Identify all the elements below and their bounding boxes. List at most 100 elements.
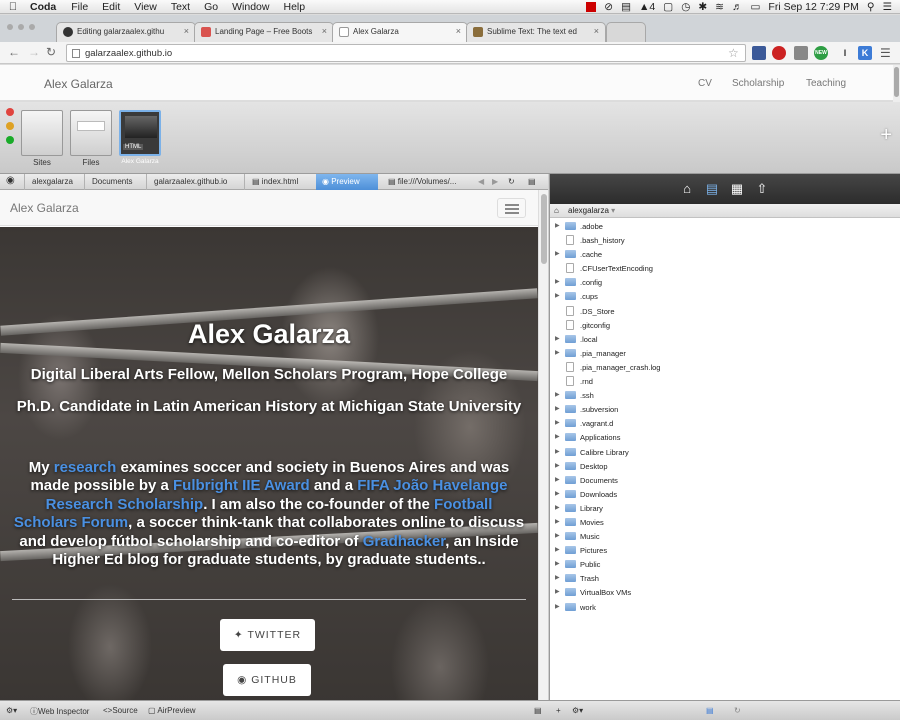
disclosure-triangle-icon[interactable]: ▶ bbox=[555, 603, 560, 610]
file-row[interactable]: ▶ Applications bbox=[550, 431, 900, 445]
zoom-icon[interactable] bbox=[6, 136, 14, 144]
minimize-icon[interactable] bbox=[6, 122, 14, 130]
disclosure-triangle-icon[interactable]: ▶ bbox=[555, 588, 560, 595]
disclosure-triangle-icon[interactable]: ▶ bbox=[555, 560, 560, 567]
disclosure-triangle-icon[interactable]: ▶ bbox=[555, 433, 560, 440]
crumb-index-html[interactable]: ▤ index.html bbox=[252, 177, 298, 186]
menu-go[interactable]: Go bbox=[197, 1, 225, 13]
forward-icon[interactable]: → bbox=[28, 45, 40, 59]
disclosure-triangle-icon[interactable]: ▶ bbox=[555, 222, 560, 229]
sidebar-toggle-icon[interactable]: ▤ bbox=[534, 706, 542, 715]
scrollbar-thumb[interactable] bbox=[894, 67, 899, 97]
menu-view[interactable]: View bbox=[127, 1, 164, 13]
airpreview-button[interactable]: ▢ AirPreview bbox=[148, 706, 196, 715]
close-icon[interactable] bbox=[6, 108, 14, 116]
hamburger-menu-icon[interactable] bbox=[497, 198, 526, 218]
extension-icon[interactable] bbox=[752, 46, 766, 60]
menu-window[interactable]: Window bbox=[225, 1, 276, 13]
file-row[interactable]: ▶ work bbox=[550, 601, 900, 615]
puzzle-icon[interactable] bbox=[794, 46, 808, 60]
github-button[interactable]: ◉ GITHUB bbox=[223, 664, 311, 696]
menu-text[interactable]: Text bbox=[164, 1, 197, 13]
battery-icon[interactable]: ▭ bbox=[750, 1, 760, 13]
disclosure-triangle-icon[interactable]: ▶ bbox=[555, 574, 560, 581]
preview-forward-icon[interactable]: ▶ bbox=[492, 177, 498, 186]
home-icon[interactable]: ⌂ bbox=[679, 181, 695, 197]
close-icon[interactable]: × bbox=[456, 26, 461, 36]
lock-icon[interactable]: ▢ bbox=[663, 1, 673, 13]
gear-icon[interactable]: ◉ bbox=[6, 175, 15, 186]
crumb-site-folder[interactable]: galarzaalex.github.io bbox=[154, 177, 227, 186]
files-thumbnail[interactable] bbox=[70, 110, 112, 156]
no-entry-icon[interactable]: ⊘ bbox=[604, 1, 613, 13]
file-row[interactable]: ▶ .vagrant.d bbox=[550, 417, 900, 431]
gear-icon[interactable]: ⚙▾ bbox=[6, 706, 17, 715]
file-row[interactable]: ▶ Public bbox=[550, 558, 900, 572]
crumb-alexgalarza[interactable]: alexgalarza bbox=[32, 177, 73, 186]
add-site-icon[interactable]: + bbox=[880, 124, 892, 147]
file-row[interactable]: .gitconfig bbox=[550, 319, 900, 333]
window-close-icon[interactable] bbox=[7, 24, 13, 30]
source-button[interactable]: <>Source bbox=[103, 706, 138, 715]
menu-file[interactable]: File bbox=[64, 1, 95, 13]
sites-thumbnail[interactable] bbox=[21, 110, 63, 156]
files-icon[interactable]: ▤ bbox=[704, 181, 720, 197]
file-row[interactable]: .rnd bbox=[550, 375, 900, 389]
disclosure-triangle-icon[interactable]: ▶ bbox=[555, 518, 560, 525]
disclosure-triangle-icon[interactable]: ▶ bbox=[555, 419, 560, 426]
bookmark-star-icon[interactable]: ☆ bbox=[728, 46, 739, 60]
files-path-bar[interactable]: ⌂ alexgalarza ▾ bbox=[550, 204, 900, 218]
scrollbar-thumb[interactable] bbox=[541, 194, 547, 264]
file-row[interactable]: .CFUserTextEncoding bbox=[550, 262, 900, 276]
upload-icon[interactable]: ⇧ bbox=[754, 181, 770, 197]
disclosure-triangle-icon[interactable]: ▶ bbox=[555, 250, 560, 257]
nav-scholarship[interactable]: Scholarship bbox=[732, 78, 784, 89]
spotlight-icon[interactable]: ⚲ bbox=[867, 1, 875, 13]
file-row[interactable]: ▶ Trash bbox=[550, 572, 900, 586]
tab-editing-github[interactable]: Editing galarzaalex.githu × bbox=[56, 22, 196, 42]
volume-icon[interactable]: ♬ bbox=[732, 1, 743, 13]
disclosure-triangle-icon[interactable]: ▶ bbox=[555, 278, 560, 285]
drive-icon[interactable]: ▤ bbox=[621, 1, 631, 13]
file-status-icon[interactable]: ▤ bbox=[706, 706, 714, 715]
disclosure-triangle-icon[interactable]: ▶ bbox=[555, 391, 560, 398]
file-row[interactable]: ▶ VirtualBox VMs bbox=[550, 586, 900, 600]
close-icon[interactable]: × bbox=[322, 26, 327, 36]
link-research[interactable]: research bbox=[54, 459, 117, 476]
twitter-button[interactable]: ✦ TWITTER bbox=[220, 619, 315, 651]
opera-icon[interactable] bbox=[772, 46, 786, 60]
menu-edit[interactable]: Edit bbox=[95, 1, 127, 13]
nav-teaching[interactable]: Teaching bbox=[806, 78, 846, 89]
disclosure-triangle-icon[interactable]: ▶ bbox=[555, 405, 560, 412]
reload-icon[interactable]: ↻ bbox=[46, 45, 56, 59]
file-row[interactable]: ▶ .cache bbox=[550, 248, 900, 262]
disclosure-triangle-icon[interactable]: ▶ bbox=[555, 546, 560, 553]
disclosure-triangle-icon[interactable]: ▶ bbox=[555, 335, 560, 342]
back-icon[interactable]: ← bbox=[8, 45, 20, 59]
file-row[interactable]: ▶ Pictures bbox=[550, 544, 900, 558]
disclosure-triangle-icon[interactable]: ▶ bbox=[555, 532, 560, 539]
preview-scrollbar[interactable] bbox=[538, 190, 548, 702]
tab-sublime-text[interactable]: Sublime Text: The text ed × bbox=[466, 22, 606, 42]
info-icon[interactable]: I bbox=[838, 46, 852, 60]
file-row[interactable]: .bash_history bbox=[550, 234, 900, 248]
window-zoom-icon[interactable] bbox=[29, 24, 35, 30]
preview-reload-icon[interactable]: ↻ bbox=[508, 177, 515, 186]
disclosure-triangle-icon[interactable]: ▶ bbox=[555, 504, 560, 511]
bluetooth-icon[interactable]: ✱ bbox=[698, 1, 707, 13]
new-tab-button[interactable] bbox=[606, 22, 646, 42]
k-extension-icon[interactable]: K bbox=[858, 46, 872, 60]
file-row[interactable]: ▶ .ssh bbox=[550, 389, 900, 403]
file-row[interactable]: .DS_Store bbox=[550, 305, 900, 319]
disclosure-triangle-icon[interactable]: ▶ bbox=[555, 462, 560, 469]
gear-icon[interactable]: ⚙▾ bbox=[572, 706, 583, 715]
sync-icon[interactable]: ↻ bbox=[734, 706, 741, 715]
preview-brand[interactable]: Alex Galarza bbox=[10, 201, 79, 215]
web-inspector-button[interactable]: ⓘWeb Inspector bbox=[30, 706, 89, 717]
split-view-icon[interactable]: ▤ bbox=[528, 177, 536, 186]
nav-cv[interactable]: CV bbox=[698, 78, 712, 89]
wifi-icon[interactable]: ≋ bbox=[715, 1, 724, 13]
menu-help[interactable]: Help bbox=[276, 1, 312, 13]
record-icon[interactable] bbox=[586, 1, 597, 12]
preview-tab[interactable]: ◉ Preview bbox=[316, 174, 378, 190]
